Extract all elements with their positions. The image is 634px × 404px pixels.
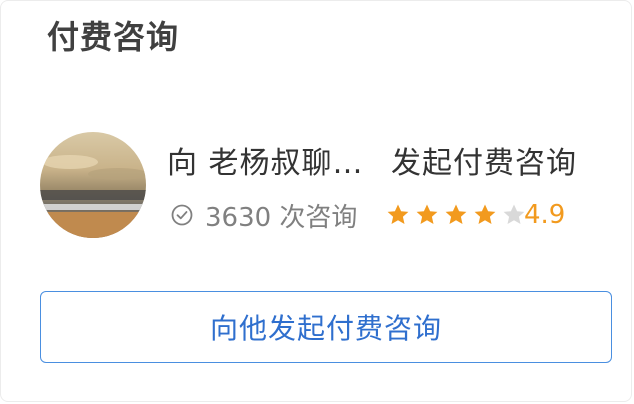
star-filled-icon [473,203,497,227]
section-title: 付费咨询 [47,18,180,56]
rating-value: 4.9 [524,200,566,230]
star-filled-icon [415,203,439,227]
check-circle-icon [171,204,193,226]
start-paid-consultation-button[interactable]: 向他发起付费咨询 [40,291,612,363]
paid-consultation-card: 付费咨询 向 老杨叔聊… 发起付费咨询 3630 次咨询 4.9 向他发起付费咨… [0,0,632,402]
star-filled-icon [444,203,468,227]
consult-count-row: 3630 次咨询 [171,197,357,233]
avatar[interactable] [40,132,146,238]
star-rating [386,200,531,230]
consultant-name-text: 向 老杨叔聊… [167,146,364,181]
star-empty-icon [502,203,526,227]
consultant-name[interactable]: 向 老杨叔聊… [167,139,364,181]
star-filled-icon [386,203,410,227]
start-consultation-link[interactable]: 发起付费咨询 [391,139,577,181]
consult-count: 3630 次咨询 [205,202,358,233]
